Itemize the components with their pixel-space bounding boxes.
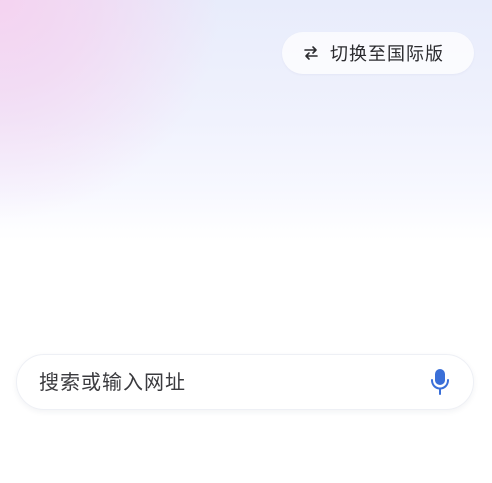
search-bar[interactable] xyxy=(16,354,474,410)
switch-label: 切换至国际版 xyxy=(330,44,444,65)
swap-arrows-icon xyxy=(302,44,320,62)
switch-to-international-button[interactable]: 切换至国际版 xyxy=(282,32,474,74)
microphone-icon[interactable] xyxy=(427,366,453,398)
search-input[interactable] xyxy=(39,366,427,398)
